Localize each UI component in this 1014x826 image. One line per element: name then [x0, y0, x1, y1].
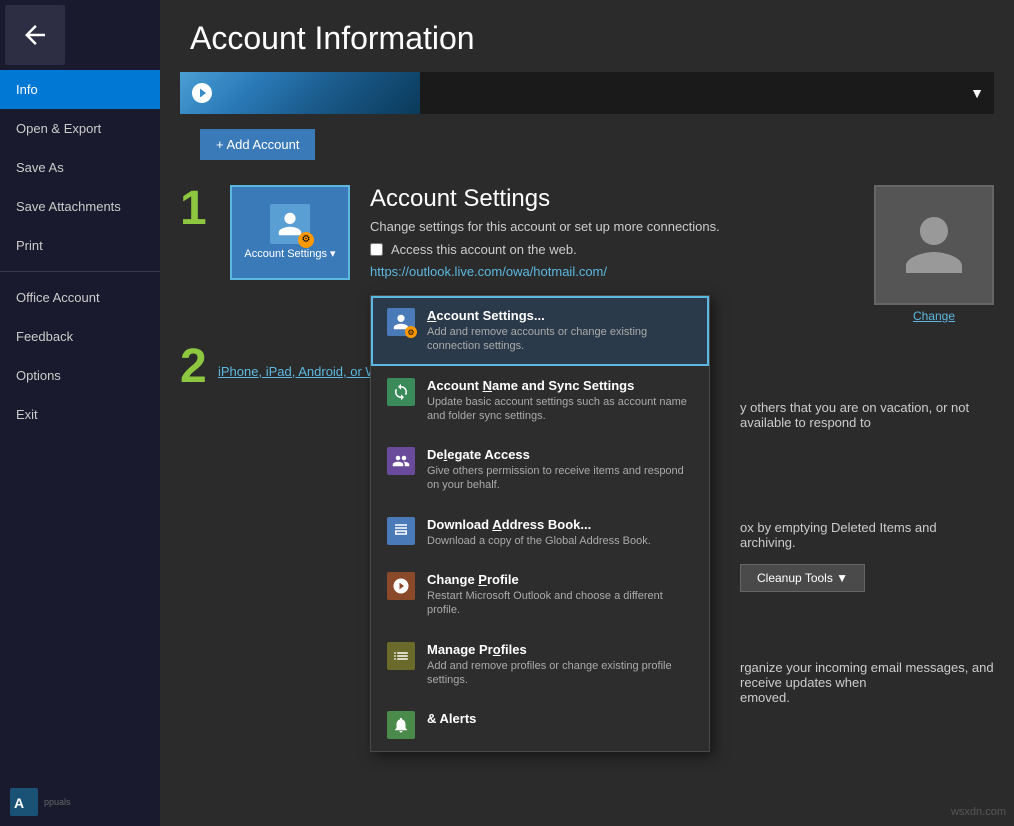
dropdown-icon-account-settings: ⚙ [387, 308, 415, 336]
dropdown-item-delegate[interactable]: Delegate Access Give others permission t… [371, 435, 709, 505]
dropdown-icon-alerts [387, 711, 415, 739]
sidebar-divider [0, 271, 160, 272]
main-content: Account Information ▼ + Add Account 1 [160, 0, 1014, 826]
address-book-icon [392, 522, 410, 540]
dropdown-text-change-profile: Change Profile Restart Microsoft Outlook… [427, 572, 693, 618]
rules-text-area: rganize your incoming email messages, an… [740, 660, 994, 705]
sidebar-item-save-as[interactable]: Save As [0, 148, 160, 187]
profile-photo [874, 185, 994, 305]
dropdown-icon-change-profile [387, 572, 415, 600]
delegate-icon [392, 452, 410, 470]
account-settings-button[interactable]: ⚙ Account Settings ▾ [230, 185, 350, 280]
account-settings-info: Account Settings Change settings for thi… [370, 185, 854, 281]
gear-sm-icon: ⚙ [405, 326, 417, 338]
account-settings-btn-label: Account Settings ▾ [244, 248, 335, 261]
cleanup-button[interactable]: Cleanup Tools ▼ [740, 564, 865, 592]
watermark: wsxdn.com [951, 806, 1006, 818]
dropdown-arrow-icon: ▼ [960, 85, 994, 101]
dropdown-text-alerts: & Alerts [427, 711, 476, 728]
dropdown-item-address-book[interactable]: Download Address Book... Download a copy… [371, 505, 709, 560]
cleanup-text-area: ox by emptying Deleted Items and archivi… [740, 520, 994, 592]
web-access-checkbox[interactable] [370, 243, 383, 256]
manage-profiles-icon [392, 647, 410, 665]
main-header: Account Information [160, 0, 1014, 72]
dropdown-text-manage-profiles: Manage Profiles Add and remove profiles … [427, 642, 693, 688]
change-photo-link[interactable]: Change [913, 309, 955, 323]
content-area: 1 ⚙ Account Settings ▾ Account Settings … [160, 175, 1014, 406]
account-selector[interactable]: ▼ [180, 72, 994, 114]
dropdown-text-name-sync: Account Name and Sync Settings Update ba… [427, 378, 693, 424]
sidebar-item-feedback[interactable]: Feedback [0, 317, 160, 356]
sync-icon [392, 383, 410, 401]
dropdown-icon-address-book [387, 517, 415, 545]
add-account-button[interactable]: + Add Account [200, 129, 315, 160]
app-logo-icon: A [10, 788, 38, 816]
sidebar-item-open-export[interactable]: Open & Export [0, 109, 160, 148]
sidebar-item-save-attachments[interactable]: Save Attachments [0, 187, 160, 226]
web-access-label: Access this account on the web. [391, 242, 577, 257]
dropdown-item-name-sync[interactable]: Account Name and Sync Settings Update ba… [371, 366, 709, 436]
dropdown-text-address-book: Download Address Book... Download a copy… [427, 517, 651, 548]
sidebar-item-info[interactable]: Info [0, 70, 160, 109]
account-icon [190, 81, 214, 105]
account-settings-title: Account Settings [370, 185, 854, 213]
svg-text:A: A [14, 795, 24, 811]
dropdown-text-account-settings: Account Settings... Add and remove accou… [427, 308, 693, 354]
account-url-link[interactable]: https://outlook.live.com/owa/hotmail.com… [370, 264, 607, 279]
change-profile-icon [392, 577, 410, 595]
dropdown-item-account-settings[interactable]: ⚙ Account Settings... Add and remove acc… [371, 296, 709, 366]
back-icon [20, 20, 50, 50]
back-button[interactable] [5, 5, 65, 65]
profile-section: Change [874, 185, 994, 323]
step1-number: 1 [180, 185, 210, 233]
sidebar: Info Open & Export Save As Save Attachme… [0, 0, 160, 826]
account-settings-dropdown: ⚙ Account Settings... Add and remove acc… [370, 295, 710, 752]
dropdown-item-alerts[interactable]: & Alerts [371, 699, 709, 751]
account-icon-bar [180, 72, 420, 114]
sidebar-item-office-account[interactable]: Office Account [0, 278, 160, 317]
dropdown-item-change-profile[interactable]: Change Profile Restart Microsoft Outlook… [371, 560, 709, 630]
gear-badge-icon: ⚙ [298, 232, 314, 248]
dropdown-icon-manage-profiles [387, 642, 415, 670]
alerts-icon [392, 716, 410, 734]
web-access-row: Access this account on the web. [370, 242, 854, 257]
profile-avatar-icon [899, 210, 969, 280]
sidebar-item-options[interactable]: Options [0, 356, 160, 395]
dropdown-text-delegate: Delegate Access Give others permission t… [427, 447, 693, 493]
account-settings-desc: Change settings for this account or set … [370, 219, 854, 234]
step2-number: 2 [180, 343, 210, 391]
sidebar-item-print[interactable]: Print [0, 226, 160, 265]
sidebar-item-exit[interactable]: Exit [0, 395, 160, 434]
dropdown-item-manage-profiles[interactable]: Manage Profiles Add and remove profiles … [371, 630, 709, 700]
dropdown-icon-name-sync [387, 378, 415, 406]
page-title: Account Information [190, 20, 984, 57]
account-settings-icon: ⚙ [270, 204, 310, 244]
dropdown-icon-delegate [387, 447, 415, 475]
sidebar-logo: A ppuals [0, 778, 160, 826]
vacation-text: y others that you are on vacation, or no… [740, 400, 994, 430]
